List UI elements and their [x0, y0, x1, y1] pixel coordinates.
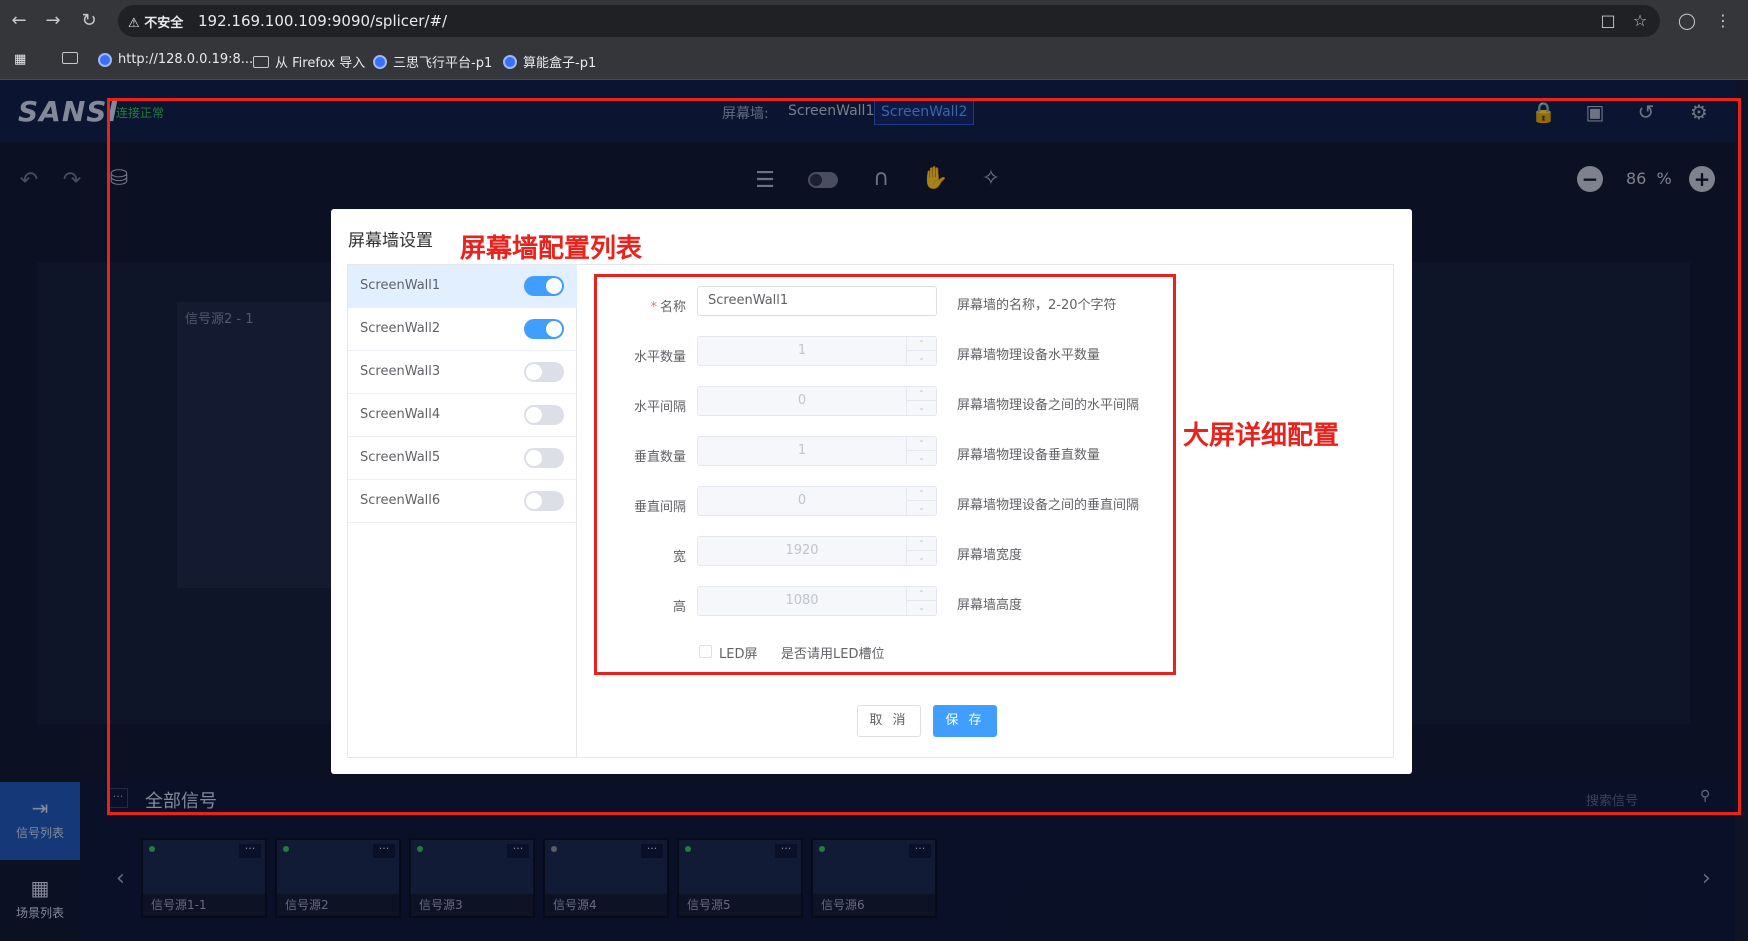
forward-icon[interactable]: →	[42, 10, 64, 32]
bookmark-item-2[interactable]: 从 Firefox 导入	[253, 52, 365, 71]
bookmark-item-4[interactable]: 算能盒子-p1	[503, 52, 596, 71]
folder-icon	[253, 55, 269, 68]
apps-grid-icon[interactable]: ▦	[14, 52, 26, 67]
globe-icon	[503, 54, 517, 69]
url-text[interactable]: 192.169.100.109:9090/splicer/#/	[198, 12, 447, 30]
annotation-list-note: 屏幕墙配置列表	[460, 234, 643, 264]
globe-icon	[373, 54, 387, 69]
address-bar[interactable]: ⚠ 不安全 192.169.100.109:9090/splicer/#/ □ …	[118, 5, 1660, 37]
globe-icon	[98, 52, 112, 67]
not-secure-label[interactable]: ⚠ 不安全	[128, 12, 183, 31]
reload-icon[interactable]: ↻	[78, 10, 100, 32]
bookmark-star-icon[interactable]: ☆	[1630, 11, 1650, 31]
annotation-box-detail	[594, 274, 1176, 675]
back-icon[interactable]: ←	[8, 10, 30, 32]
browser-menu-icon[interactable]: ⋮	[1712, 10, 1734, 32]
annotation-detail-note: 大屏详细配置	[1183, 421, 1340, 451]
profile-icon[interactable]: ◯	[1676, 10, 1698, 32]
bookmark-item-1[interactable]: http://128.0.0.19:8...	[98, 52, 253, 67]
browser-toolbar: ← → ↻ ⚠ 不安全 192.169.100.109:9090/splicer…	[0, 0, 1748, 42]
folder-icon[interactable]	[62, 52, 78, 64]
bookmarks-bar: ▦ http://128.0.0.19:8... 从 Firefox 导入 三思…	[0, 42, 1748, 80]
bookmark-item-3[interactable]: 三思飞行平台-p1	[373, 52, 492, 71]
translate-icon[interactable]: □	[1598, 11, 1618, 31]
